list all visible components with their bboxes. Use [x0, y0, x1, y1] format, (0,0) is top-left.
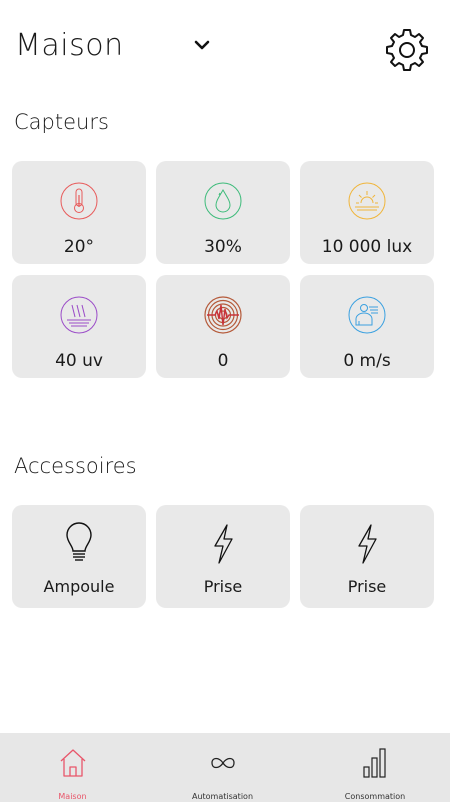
droplet-icon [204, 182, 242, 220]
sensor-card-temperature[interactable]: 20° [12, 161, 146, 264]
chevron-down-icon[interactable] [193, 38, 211, 52]
infinity-icon [210, 757, 235, 769]
header: Maison [0, 0, 450, 100]
sensor-card-humidity[interactable]: 30% [156, 161, 290, 264]
sensor-card-uv[interactable]: 40 uv [12, 275, 146, 378]
tab-automatisation[interactable]: Automatisation [150, 733, 295, 802]
tab-label: Maison [58, 792, 87, 801]
bottom-tab-bar: Maison Automatisation Consommation [0, 733, 450, 802]
sensor-card-light[interactable]: 10 000 lux [300, 161, 434, 264]
sun-lux-icon [348, 182, 386, 220]
accessory-card-plug-2[interactable]: Prise [300, 505, 434, 608]
tab-maison[interactable]: Maison [0, 733, 145, 802]
accessory-card-plug-1[interactable]: Prise [156, 505, 290, 608]
tab-consommation[interactable]: Consommation [300, 733, 450, 802]
tab-label: Consommation [344, 792, 406, 801]
bar-chart-icon [363, 748, 386, 778]
accessories-section-title: Accessoires [14, 454, 137, 478]
sensor-value: 40 uv [55, 351, 103, 371]
accessory-label: Ampoule [43, 577, 115, 596]
lightning-icon [358, 524, 377, 564]
thermometer-icon [60, 182, 98, 220]
uv-icon [60, 296, 98, 334]
sensor-value: 20° [63, 237, 95, 257]
sensor-value: 0 m/s [343, 351, 391, 371]
tab-label: Automatisation [191, 792, 254, 801]
sensor-value: 30% [204, 237, 242, 257]
home-title: Maison [15, 28, 124, 63]
sensors-section-title: Capteurs [14, 110, 109, 134]
sensor-value: 0 [217, 351, 229, 371]
accessory-label: Prise [203, 577, 243, 596]
home-icon [60, 749, 85, 777]
accessory-card-bulb[interactable]: Ampoule [12, 505, 146, 608]
sensor-card-seismic[interactable]: 0 [156, 275, 290, 378]
sensor-value: 10 000 lux [321, 237, 413, 257]
sensor-card-wind[interactable]: 0 m/s [300, 275, 434, 378]
seismic-icon [204, 296, 242, 334]
accessory-label: Prise [347, 577, 387, 596]
lightbulb-icon [66, 522, 92, 561]
wind-person-icon [348, 296, 386, 334]
lightning-icon [214, 524, 233, 564]
settings-gear-icon[interactable] [383, 26, 431, 74]
